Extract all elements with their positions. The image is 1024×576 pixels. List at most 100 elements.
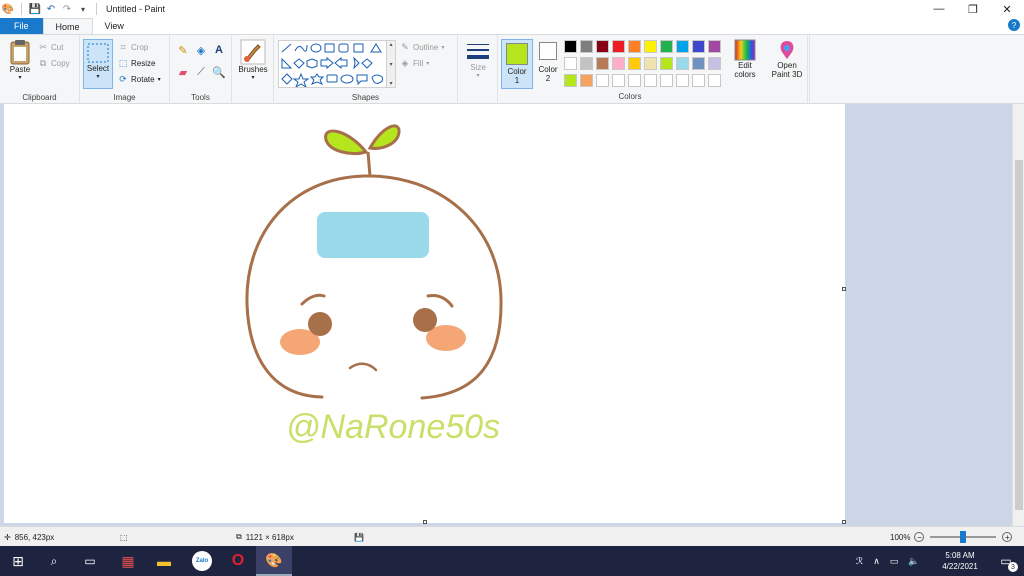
close-button[interactable]: ✕: [990, 0, 1024, 18]
customize-toolbar-icon[interactable]: ▾: [77, 3, 89, 15]
magnifier-icon[interactable]: 🔍: [212, 67, 226, 79]
volume-icon[interactable]: 🔈: [908, 556, 919, 567]
search-button[interactable]: ⌕: [36, 546, 72, 576]
zoom-slider-thumb[interactable]: [960, 531, 967, 543]
zoom-slider[interactable]: [930, 531, 997, 543]
color-swatch[interactable]: [708, 74, 721, 87]
minimize-button[interactable]: —: [922, 0, 956, 18]
taskbar-app-store[interactable]: ▦: [110, 546, 146, 576]
pencil-icon[interactable]: ✎: [178, 45, 188, 57]
drawing-canvas[interactable]: @NaRone50s: [4, 104, 846, 524]
color-swatch[interactable]: [708, 40, 721, 53]
undo-icon[interactable]: ↶: [45, 3, 57, 15]
taskbar-opera[interactable]: O: [220, 546, 256, 576]
color-swatch[interactable]: [596, 74, 609, 87]
taskbar-file-explorer[interactable]: ▬: [146, 546, 182, 576]
color-swatch[interactable]: [676, 57, 689, 70]
color1-swatch: [506, 43, 528, 65]
start-button[interactable]: ⊞: [0, 546, 36, 576]
help-icon[interactable]: ?: [1008, 19, 1020, 31]
color-swatch[interactable]: [644, 57, 657, 70]
color-swatch[interactable]: [612, 74, 625, 87]
fill-bucket-icon[interactable]: ◈: [196, 45, 206, 57]
people-icon[interactable]: ℛ: [856, 556, 863, 567]
paste-button[interactable]: Paste ▾: [6, 39, 34, 83]
resize-handle-corner[interactable]: [842, 520, 846, 524]
cut-button[interactable]: ✂ Cut: [38, 42, 63, 52]
color-swatch[interactable]: [676, 74, 689, 87]
open-paint3d-button[interactable]: Open Paint 3D: [766, 39, 808, 79]
color-swatch[interactable]: [660, 57, 673, 70]
color-swatch[interactable]: [564, 74, 577, 87]
color-swatch[interactable]: [692, 57, 705, 70]
crop-button[interactable]: ⌗ Crop: [118, 42, 148, 52]
size-group: Size ▾: [458, 35, 498, 104]
color-swatch[interactable]: [564, 57, 577, 70]
color-swatch[interactable]: [580, 57, 593, 70]
outline-button[interactable]: ✎ Outline ▾: [400, 42, 444, 52]
divider: [96, 3, 97, 15]
color2-button[interactable]: Color 2: [534, 39, 562, 83]
redo-icon[interactable]: ↷: [61, 3, 73, 15]
zoom-out-icon[interactable]: −: [914, 532, 925, 542]
size-button[interactable]: Size ▾: [462, 41, 494, 81]
color-swatch[interactable]: [580, 74, 593, 87]
notification-center[interactable]: ▭ 3: [992, 546, 1020, 576]
zoom-in-icon[interactable]: +: [1002, 532, 1013, 542]
color-swatch[interactable]: [596, 57, 609, 70]
clock[interactable]: 5:08 AM 4/22/2021: [938, 546, 982, 576]
taskbar-paint[interactable]: 🎨: [256, 546, 292, 576]
color-swatch[interactable]: [628, 57, 641, 70]
color-swatch[interactable]: [612, 57, 625, 70]
store-icon: ▦: [121, 552, 135, 569]
task-view-button[interactable]: ▭: [72, 546, 108, 576]
rotate-button[interactable]: ⟳ Rotate ▾: [118, 74, 160, 84]
color-swatch[interactable]: [628, 74, 641, 87]
color-swatch[interactable]: [660, 40, 673, 53]
color-swatch[interactable]: [692, 40, 705, 53]
color-swatch[interactable]: [676, 40, 689, 53]
color-swatch[interactable]: [596, 40, 609, 53]
tab-home[interactable]: Home: [42, 18, 93, 34]
save-icon[interactable]: 💾: [29, 3, 41, 15]
mouth: [348, 362, 378, 372]
battery-icon[interactable]: ▭: [890, 556, 899, 567]
selection-icon: ⬚: [120, 532, 128, 542]
color-swatch[interactable]: [628, 40, 641, 53]
vertical-scrollbar[interactable]: [1012, 104, 1024, 526]
color1-button[interactable]: Color 1: [501, 39, 533, 89]
color-swatch[interactable]: [708, 57, 721, 70]
chevron-down-icon: ▾: [476, 73, 480, 79]
resize-handle-right[interactable]: [842, 287, 846, 291]
tab-file[interactable]: File: [0, 18, 43, 34]
more-icon: ▾: [389, 81, 393, 87]
text-tool-icon[interactable]: A: [214, 44, 224, 56]
brushes-button[interactable]: Brushes ▾: [235, 39, 271, 83]
tab-view[interactable]: View: [93, 18, 136, 34]
color-swatch[interactable]: [644, 74, 657, 87]
restore-button[interactable]: ❐: [956, 0, 990, 18]
paint-app-icon[interactable]: 🎨: [2, 3, 14, 15]
taskbar: ⊞ ⌕ ▭ ▦ ▬ Zalo O 🎨 ℛ ∧ ▭ 🔈 5:08 AM 4/22/…: [0, 546, 1024, 576]
color-picker-icon[interactable]: ⟋: [196, 66, 206, 78]
resize-button[interactable]: ⬚ Resize: [118, 58, 156, 68]
search-icon: ⌕: [50, 553, 58, 568]
color-swatch[interactable]: [644, 40, 657, 53]
color-swatch[interactable]: [612, 40, 625, 53]
shapes-scroll[interactable]: ▴ ▾ ▾: [386, 40, 396, 88]
chevron-up-icon[interactable]: ∧: [873, 556, 880, 567]
taskbar-zalo[interactable]: Zalo: [184, 546, 220, 576]
eraser-icon[interactable]: ▰: [178, 67, 188, 79]
select-button[interactable]: Select ▾: [83, 39, 113, 89]
color-swatch[interactable]: [692, 74, 705, 87]
color-swatch[interactable]: [564, 40, 577, 53]
vertical-scroll-thumb[interactable]: [1015, 160, 1023, 510]
copy-button[interactable]: ⧉ Copy: [38, 58, 70, 68]
color-swatch[interactable]: [660, 74, 673, 87]
file-size: 💾: [354, 527, 364, 547]
resize-handle-bottom[interactable]: [423, 520, 427, 524]
fill-button[interactable]: ◈ Fill ▾: [400, 58, 430, 68]
edit-colors-button[interactable]: Edit colors: [730, 39, 760, 79]
color-swatch[interactable]: [580, 40, 593, 53]
shapes-gallery[interactable]: [278, 40, 390, 89]
